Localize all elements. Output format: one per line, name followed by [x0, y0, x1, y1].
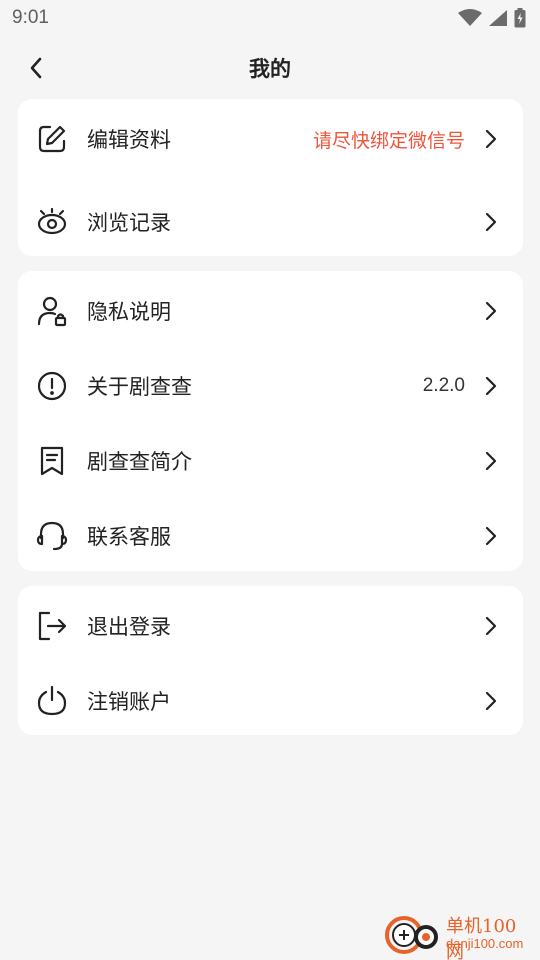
chevron-right-icon — [481, 449, 501, 473]
wifi-icon — [458, 9, 482, 26]
back-button[interactable] — [20, 52, 52, 84]
logout-icon — [35, 609, 69, 643]
logout-row[interactable]: 退出登录 — [18, 596, 523, 656]
edit-icon — [35, 122, 69, 156]
header: 我的 — [0, 44, 540, 92]
info-card: 隐私说明 关于剧查查 2.2.0 剧查查简介 联系客服 — [18, 271, 523, 571]
about-row[interactable]: 关于剧查查 2.2.0 — [18, 356, 523, 416]
intro-row[interactable]: 剧查查简介 — [18, 431, 523, 491]
chevron-right-icon — [481, 524, 501, 548]
privacy-label: 隐私说明 — [87, 300, 171, 324]
version-text: 2.2.0 — [422, 375, 465, 396]
status-icons — [458, 8, 526, 28]
chevron-right-icon — [481, 210, 501, 234]
status-time: 9:01 — [12, 7, 49, 28]
status-bar: 9:01 — [0, 0, 540, 36]
logout-label: 退出登录 — [87, 615, 171, 639]
page-title: 我的 — [249, 57, 291, 81]
browse-history-row[interactable]: 浏览记录 — [18, 192, 523, 252]
watermark-url: danji100.com — [446, 936, 524, 951]
privacy-row[interactable]: 隐私说明 — [18, 281, 523, 341]
about-label: 关于剧查查 — [87, 375, 192, 399]
watermark: 单机100网 danji100.com — [384, 910, 534, 960]
chevron-right-icon — [481, 127, 501, 151]
customer-service-row[interactable]: 联系客服 — [18, 506, 523, 566]
back-arrow-icon — [30, 57, 42, 79]
edit-profile-label: 编辑资料 — [87, 128, 171, 152]
browse-history-label: 浏览记录 — [87, 211, 171, 235]
chevron-right-icon — [481, 299, 501, 323]
bookmark-icon — [35, 444, 69, 478]
info-icon — [35, 369, 69, 403]
headset-icon — [35, 519, 69, 553]
account-card: 退出登录 注销账户 — [18, 586, 523, 735]
delete-account-row[interactable]: 注销账户 — [18, 671, 523, 731]
power-icon — [35, 684, 69, 718]
customer-service-label: 联系客服 — [87, 525, 171, 549]
chevron-right-icon — [481, 614, 501, 638]
battery-icon — [514, 8, 526, 28]
signal-icon — [489, 10, 507, 26]
chevron-right-icon — [481, 374, 501, 398]
chevron-right-icon — [481, 689, 501, 713]
bind-wechat-hint: 请尽快绑定微信号 — [312, 129, 465, 152]
eye-icon — [35, 205, 69, 239]
intro-label: 剧查查简介 — [87, 450, 192, 474]
user-lock-icon — [35, 294, 69, 328]
screen: 9:01 我的 编辑资料 请尽快绑定微信号 浏览记录 隐私说明 关于剧查查 2.… — [0, 0, 540, 960]
watermark-logo-icon — [385, 916, 438, 954]
profile-card: 编辑资料 请尽快绑定微信号 浏览记录 — [18, 99, 523, 256]
delete-account-label: 注销账户 — [87, 690, 171, 714]
edit-profile-row[interactable]: 编辑资料 请尽快绑定微信号 — [18, 109, 523, 169]
